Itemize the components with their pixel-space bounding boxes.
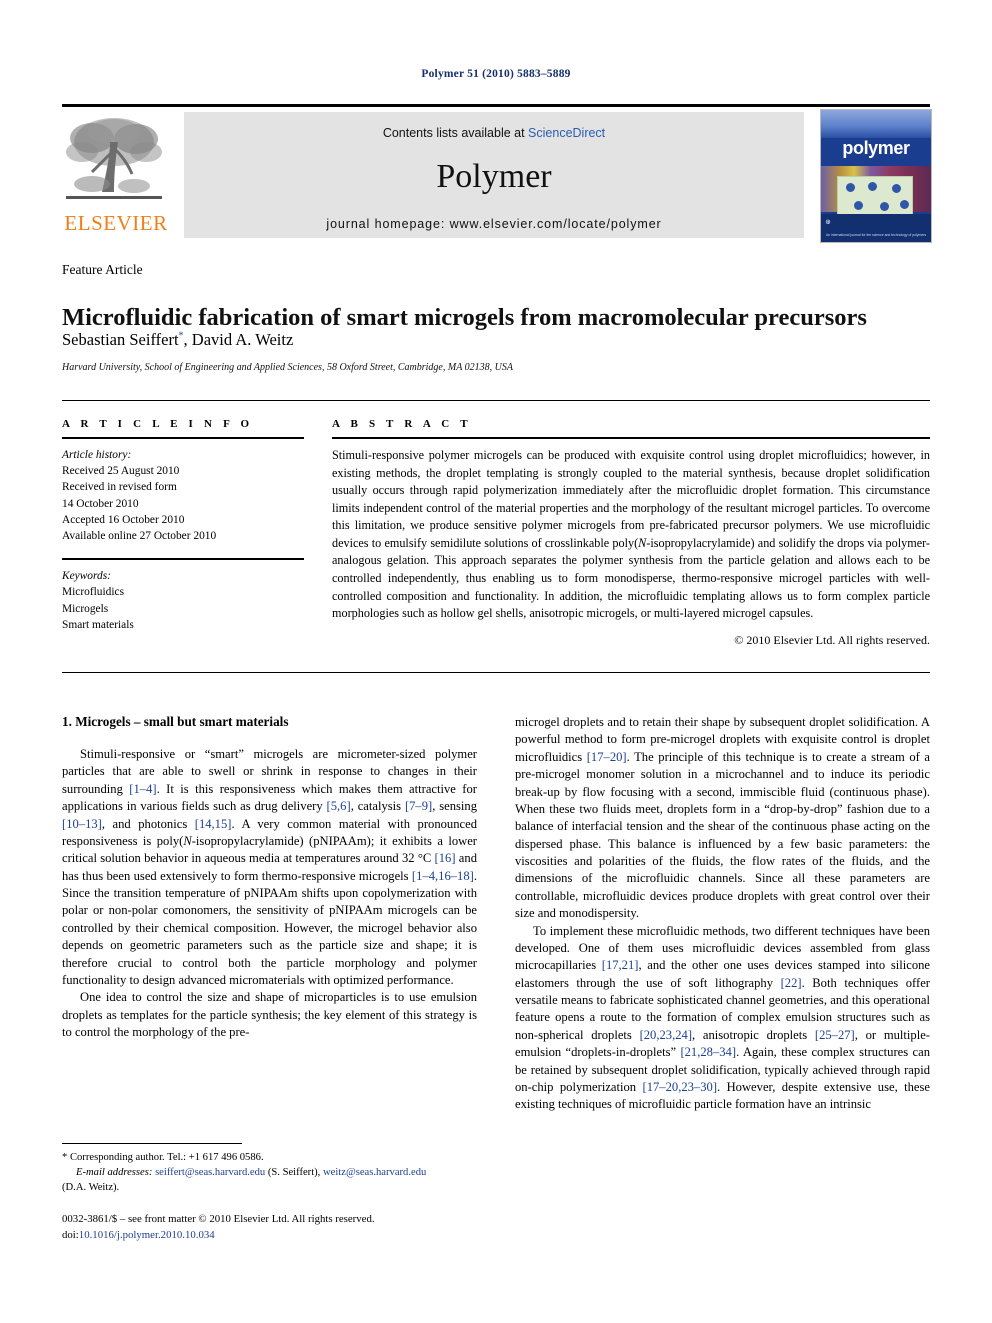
- doi-label: doi:: [62, 1228, 79, 1241]
- email-owner-2: (D.A. Weitz).: [62, 1182, 120, 1194]
- cover-particle-dot: [854, 201, 863, 210]
- abstract-copyright: © 2010 Elsevier Ltd. All rights reserved…: [734, 632, 930, 647]
- journal-title: Polymer: [436, 158, 552, 195]
- cover-publisher-icon: ⊛: [825, 218, 831, 226]
- history-item: Received in revised form: [62, 481, 177, 494]
- masthead: ELSEVIER Contents lists available at Sci…: [62, 104, 932, 243]
- section-heading-1: 1. Microgels – small but smart materials: [62, 714, 289, 729]
- email-note: E-mail addresses: seiffert@seas.harvard.…: [62, 1165, 477, 1180]
- band-bottom-rule: [62, 672, 930, 673]
- history-item: Available online 27 October 2010: [62, 529, 217, 542]
- article-info-column: A R T I C L E I N F O Article history: R…: [62, 418, 304, 633]
- keyword-item: Microfluidics: [62, 586, 125, 599]
- cover-footer-text: An international journal for the science…: [825, 232, 927, 237]
- page-title: Microfluidic fabrication of smart microg…: [62, 304, 867, 332]
- cover-particle-dot: [868, 182, 877, 191]
- abstract-heading: A B S T R A C T: [332, 418, 472, 430]
- corresponding-author-note: * Corresponding author. Tel.: +1 617 496…: [62, 1152, 264, 1163]
- keywords-rule: [62, 558, 304, 561]
- article-info-rule: [62, 437, 304, 439]
- cover-particle-dot: [900, 200, 909, 209]
- cover-particle-dot: [880, 202, 889, 211]
- journal-homepage: journal homepage: www.elsevier.com/locat…: [326, 217, 662, 231]
- masthead-top-rule: [62, 104, 930, 107]
- paragraph: One idea to control the size and shape o…: [62, 990, 477, 1039]
- keyword-item: Microgels: [62, 602, 109, 615]
- article-info-heading: A R T I C L E I N F O: [62, 418, 254, 430]
- cover-particle-dot: [892, 184, 901, 193]
- body-column-right: microgel droplets and to retain their sh…: [515, 714, 930, 1114]
- doi-line: doi:10.1016/j.polymer.2010.10.034: [62, 1228, 522, 1244]
- running-head: Polymer 51 (2010) 5883–5889: [421, 68, 571, 80]
- footnote-block: * Corresponding author. Tel.: +1 617 496…: [62, 1150, 477, 1195]
- feature-article-label: Feature Article: [62, 262, 143, 277]
- sciencedirect-link[interactable]: ScienceDirect: [528, 126, 605, 140]
- cover-particle-dot: [846, 183, 855, 192]
- email-link-seiffert[interactable]: seiffert@seas.harvard.edu: [155, 1167, 265, 1178]
- journal-cover-thumbnail[interactable]: polymer ⊛ An international journal for t…: [820, 109, 932, 243]
- affiliation: Harvard University, School of Engineerin…: [62, 362, 513, 373]
- history-item: Accepted 16 October 2010: [62, 513, 185, 526]
- body-column-left: 1. Microgels – small but smart materials…: [62, 714, 477, 1041]
- article-history-block: Article history: Received 25 August 2010…: [62, 447, 304, 544]
- paragraph: microgel droplets and to retain their sh…: [515, 715, 930, 921]
- email-addresses-label: E-mail addresses:: [76, 1167, 153, 1179]
- article-history-label: Article history:: [62, 449, 132, 461]
- contents-prefix: Contents lists available at: [382, 126, 529, 140]
- author-list: Sebastian Seiffert*, David A. Weitz: [62, 330, 942, 350]
- email-owner-1: (S. Seiffert),: [265, 1167, 321, 1179]
- keywords-label: Keywords:: [62, 570, 111, 583]
- journal-article-page: Polymer 51 (2010) 5883–5889 ELSEVIER Con…: [0, 0, 992, 1323]
- doi-value[interactable]: 10.1016/j.polymer.2010.10.034: [79, 1229, 215, 1241]
- email-link-weitz[interactable]: weitz@seas.harvard.edu: [323, 1167, 426, 1178]
- imprint-block: 0032-3861/$ – see front matter © 2010 El…: [62, 1212, 522, 1243]
- abstract-text: Stimuli-responsive polymer microgels can…: [332, 448, 930, 621]
- history-item: 14 October 2010: [62, 497, 139, 510]
- band-top-rule: [62, 400, 930, 401]
- cover-inset-figure: [837, 176, 913, 218]
- elsevier-tree-icon: [62, 112, 166, 208]
- contents-available-line: Contents lists available at ScienceDirec…: [184, 112, 804, 140]
- keywords-block: Keywords: Microfluidics Microgels Smart …: [62, 568, 304, 633]
- paragraph: Stimuli-responsive or “smart” microgels …: [62, 747, 478, 987]
- paragraph: To implement these microfluidic methods,…: [515, 923, 931, 1112]
- front-matter-line: 0032-3861/$ – see front matter © 2010 El…: [62, 1213, 375, 1225]
- elsevier-wordmark: ELSEVIER: [64, 211, 168, 235]
- footnote-separator: [62, 1143, 242, 1144]
- cover-top-gradient: [821, 110, 931, 138]
- cover-bottom-band: ⊛ An international journal for the scien…: [821, 214, 931, 242]
- author-name-1: Sebastian Seiffert: [62, 330, 179, 349]
- history-item: Received 25 August 2010: [62, 465, 180, 478]
- cover-wordmark: polymer: [842, 138, 910, 158]
- elsevier-logo: ELSEVIER: [62, 112, 172, 238]
- keyword-item: Smart materials: [62, 618, 134, 631]
- abstract-column: A B S T R A C T Stimuli-responsive polym…: [332, 418, 930, 648]
- abstract-rule: [332, 437, 930, 439]
- author-name-2: , David A. Weitz: [183, 330, 294, 349]
- journal-band: Contents lists available at ScienceDirec…: [184, 112, 804, 238]
